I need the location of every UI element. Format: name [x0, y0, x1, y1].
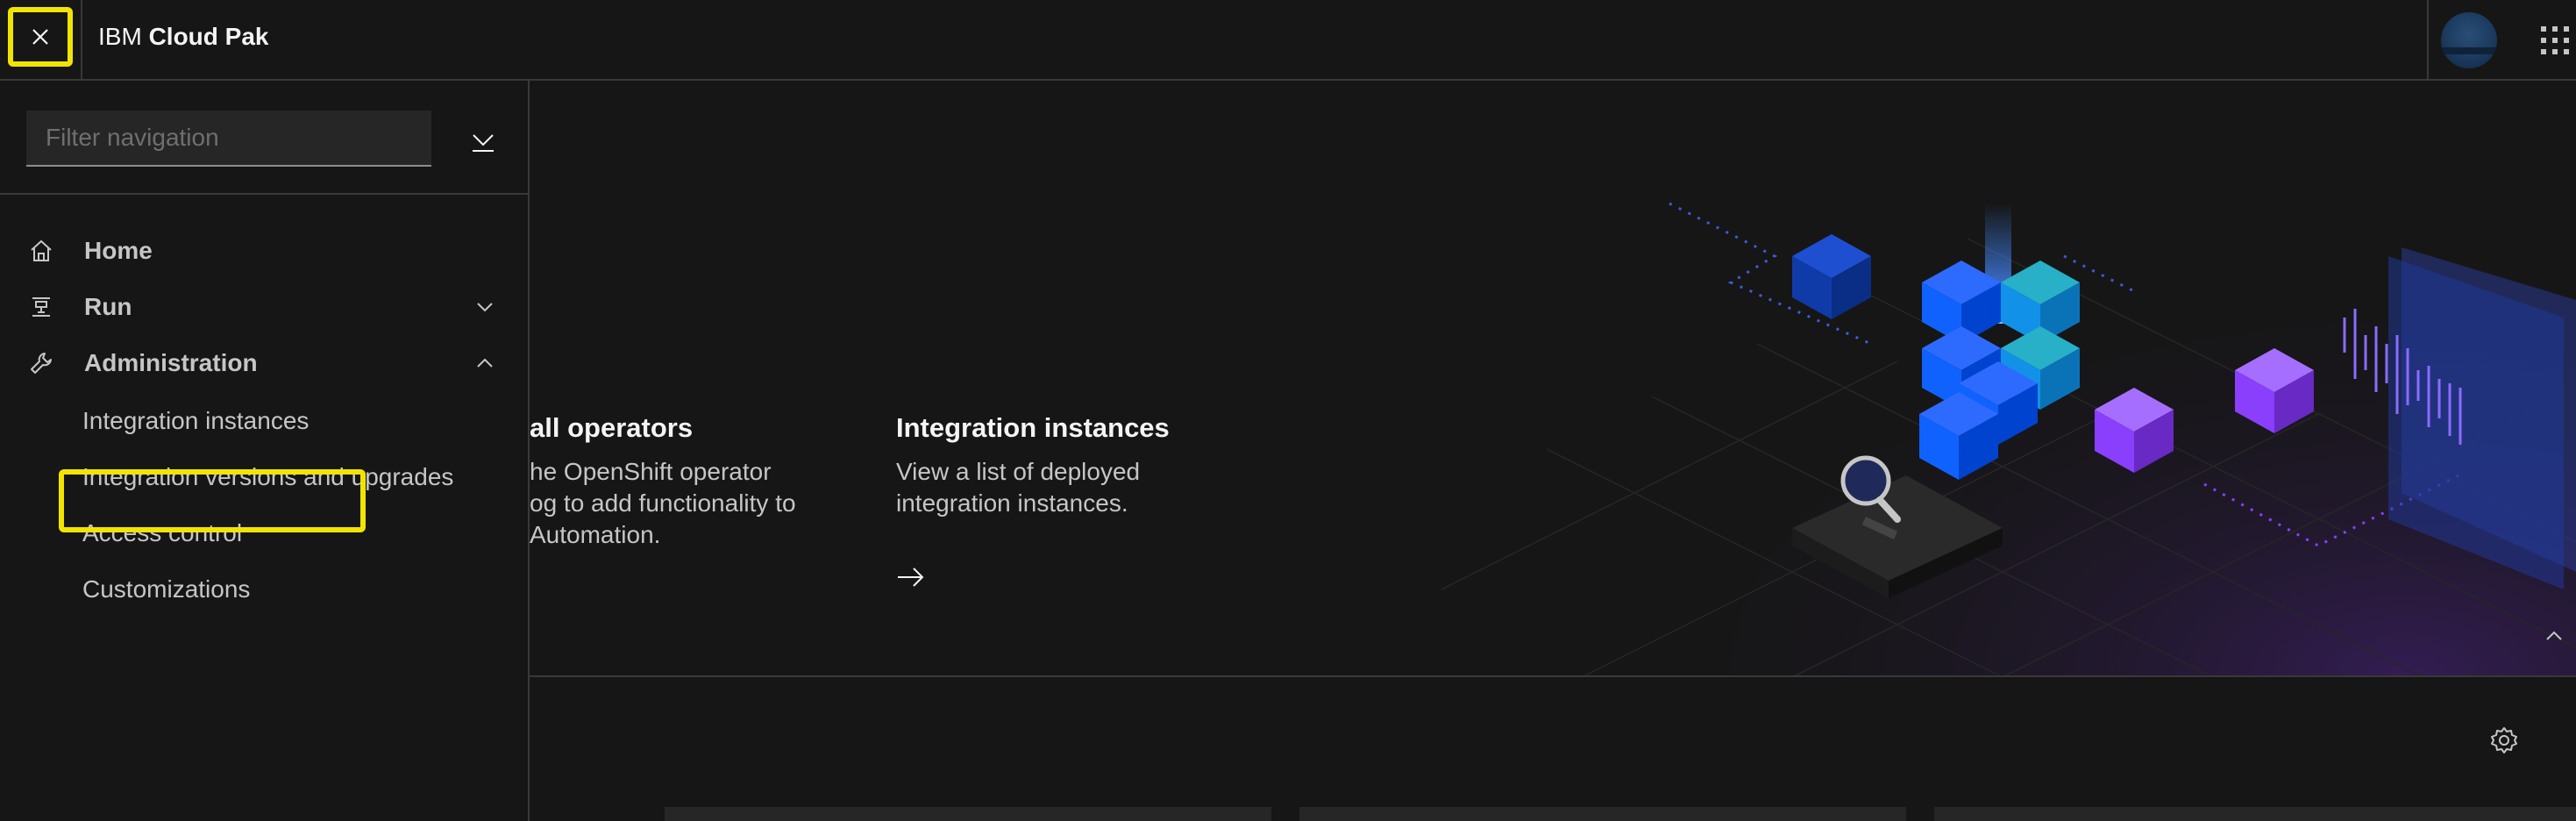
- install-operators-desc-1: he OpenShift operator: [530, 458, 772, 485]
- product-name[interactable]: IBM Cloud Pak: [98, 23, 268, 51]
- tile-placeholder: [665, 807, 1271, 821]
- filter-navigation-input[interactable]: [26, 111, 431, 165]
- gear-icon[interactable]: [2488, 725, 2520, 756]
- app-switcher-icon[interactable]: [2541, 26, 2569, 54]
- nav-subitem-customizations[interactable]: Customizations: [82, 575, 250, 603]
- side-navigation: Home Run Administration Integration inst…: [0, 81, 530, 821]
- install-operators-desc-3: Automation.: [530, 521, 661, 548]
- tile-placeholder: [1299, 807, 1906, 821]
- top-header: IBM Cloud Pak: [0, 0, 2576, 81]
- chevron-up-icon: [477, 358, 493, 368]
- integration-instances-desc-1: View a list of deployed: [896, 458, 1141, 485]
- hero-illustration: [1441, 81, 2576, 675]
- nav-divider: [0, 193, 528, 195]
- home-icon: [31, 239, 52, 261]
- header-divider: [81, 0, 82, 81]
- nav-item-administration[interactable]: Administration: [0, 337, 528, 389]
- header-right-divider: [2427, 0, 2429, 81]
- nav-item-label: Home: [84, 237, 153, 264]
- integration-instances-desc-2: integration instances.: [896, 489, 1128, 517]
- filter-navigation-field[interactable]: [26, 111, 431, 167]
- collapse-all-icon[interactable]: [470, 128, 496, 154]
- integration-instances-title[interactable]: Integration instances: [896, 412, 1170, 444]
- selection-highlight: [59, 469, 366, 532]
- wrench-icon: [31, 353, 52, 374]
- welcome-banner: all operators he OpenShift operator og t…: [530, 81, 2576, 677]
- tile-placeholder: [1934, 807, 2576, 821]
- run-icon: [32, 297, 50, 317]
- close-icon: [32, 29, 48, 45]
- arrow-right-icon[interactable]: [896, 565, 926, 589]
- install-operators-title[interactable]: all operators: [530, 412, 693, 444]
- chevron-up-icon[interactable]: [2541, 623, 2567, 649]
- user-avatar[interactable]: [2441, 12, 2497, 68]
- nav-item-label: Run: [84, 293, 132, 320]
- nav-item-label: Administration: [84, 349, 258, 376]
- brand-name: Cloud Pak: [148, 23, 269, 50]
- chevron-down-icon: [477, 303, 493, 312]
- nav-item-run[interactable]: Run: [0, 281, 528, 333]
- install-operators-desc-2: og to add functionality to: [530, 489, 796, 517]
- close-menu-button[interactable]: [8, 7, 73, 67]
- nav-item-home[interactable]: Home: [0, 225, 528, 277]
- brand-prefix: IBM: [98, 23, 142, 50]
- nav-subitem-integration-instances[interactable]: Integration instances: [82, 407, 309, 435]
